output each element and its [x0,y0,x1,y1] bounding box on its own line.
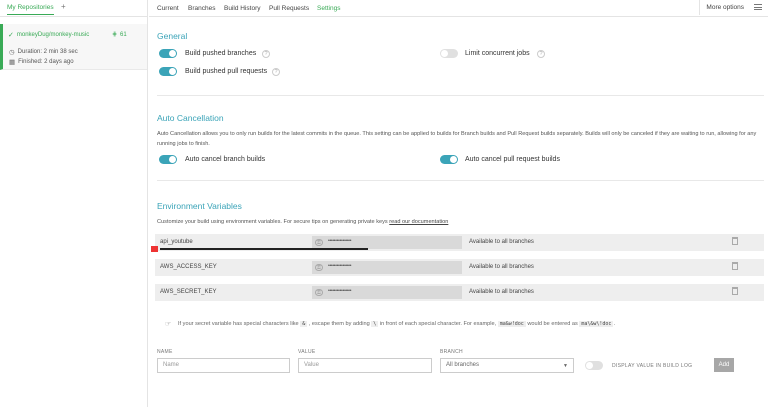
repo-card[interactable]: ✓ monkeyDug/monkey-music ⋕ 61 ◷ Duration… [0,24,147,70]
calendar-icon: ▦ [9,59,16,66]
build-pushed-branches-label: Build pushed branches [185,50,257,57]
auto-cancel-pr-toggle[interactable] [440,155,458,164]
tab-build-history[interactable]: Build History [224,5,260,12]
env-name-input[interactable]: Name [157,358,290,373]
hint-code: \ [371,321,379,327]
env-var-masked: •••••••••••••••• [328,238,352,244]
tab-pull-requests[interactable]: Pull Requests [269,5,309,12]
auto-cancel-branch-label: Auto cancel branch builds [185,156,266,163]
build-pushed-branches-toggle[interactable] [159,49,177,58]
trash-icon[interactable] [732,237,738,245]
hint-part: would be entered as [527,321,578,327]
tab-my-repositories[interactable]: My Repositories [7,4,54,15]
env-var-masked: •••••••••••••••• [328,263,352,269]
divider [157,95,764,96]
build-duration: Duration: 2 min 38 sec [17,49,78,55]
auto-cancellation-heading: Auto Cancellation [157,113,224,123]
auto-cancel-branch-toggle[interactable] [159,155,177,164]
env-value-input[interactable]: Value [298,358,432,373]
more-options-button[interactable]: More options [699,0,750,15]
limit-concurrent-jobs-label: Limit concurrent jobs [465,50,530,57]
hint-text: If your secret variable has special char… [178,321,615,327]
hint-part: in front of each special character. For … [379,321,497,327]
limit-concurrent-jobs-toggle[interactable] [440,49,458,58]
add-button[interactable]: Add [714,358,734,372]
env-var-name: AWS_SECRET_KEY [160,289,217,295]
text-underline [160,248,368,250]
check-icon: ✓ [8,32,14,39]
build-finished: Finished: 2 days ago [18,59,74,65]
lock-icon: ⚿ [315,239,323,246]
value-label: VALUE [298,349,316,355]
documentation-link[interactable]: read our documentation [389,219,448,225]
trash-icon[interactable] [732,287,738,295]
sidebar: My Repositories + ✓ monkeyDug/monkey-mus… [0,0,148,407]
hint-code: & [300,321,308,327]
help-icon[interactable]: ? [272,68,280,76]
env-var-scope: Available to all branches [469,289,534,295]
env-var-value: ⚿ •••••••••••••••• [312,261,462,274]
info-hand-icon: ☞ [165,321,172,328]
env-vars-heading: Environment Variables [157,201,242,211]
env-vars-intro: Customize your build using environment v… [157,218,765,228]
lock-icon: ⚿ [315,264,323,271]
hint-code: ma\&w\!doc [579,321,614,327]
env-row: AWS_ACCESS_KEY ⚿ •••••••••••••••• Availa… [155,259,764,276]
sidebar-tabs: My Repositories + [0,0,147,17]
env-intro-text: Customize your build using environment v… [157,219,388,225]
branch-label: BRANCH [440,349,463,355]
trash-icon[interactable] [732,262,738,270]
branch-select[interactable]: All branches ▼ [440,358,574,373]
tab-settings[interactable]: Settings [317,5,341,12]
repo-name[interactable]: monkeyDug/monkey-music [17,32,89,38]
auto-cancellation-description: Auto Cancellation allows you to only run… [157,131,757,147]
hint-part: , escape them by adding [308,321,370,327]
auto-cancel-pr-label: Auto cancel pull request builds [465,156,560,163]
add-repository-button[interactable]: + [61,2,66,11]
hint-part: . [613,321,616,327]
help-icon[interactable]: ? [537,50,545,58]
env-var-value: ⚿ •••••••••••••••• [312,286,462,299]
env-row: AWS_SECRET_KEY ⚿ •••••••••••••••• Availa… [155,284,764,301]
build-pushed-pull-requests-label: Build pushed pull requests [185,68,268,75]
general-heading: General [157,31,188,41]
display-value-label: DISPLAY VALUE IN BUILD LOG [612,363,693,369]
tab-current[interactable]: Current [157,5,179,12]
chevron-down-icon: ▼ [563,363,568,369]
hint-part: If your secret variable has special char… [178,321,299,327]
env-var-name: AWS_ACCESS_KEY [160,264,217,270]
special-characters-hint: ☞ If your secret variable has special ch… [157,315,764,335]
env-var-scope: Available to all branches [469,239,534,245]
env-var-name: api_youtube [160,239,193,245]
branch-selected: All branches [446,362,480,368]
build-pushed-pull-requests-toggle[interactable] [159,67,177,76]
hamburger-menu-icon[interactable] [754,4,762,10]
lock-icon: ⚿ [315,289,323,296]
name-label: NAME [157,349,173,355]
env-var-masked: •••••••••••••••• [328,288,352,294]
hint-code: ma&w!doc [497,321,526,327]
build-hash-icon: ⋕ [112,32,118,38]
help-icon[interactable]: ? [262,50,270,58]
cursor-marker [151,246,158,252]
top-nav: Current Branches Build History Pull Requ… [149,0,768,17]
env-var-scope: Available to all branches [469,264,534,270]
build-number[interactable]: 61 [120,32,127,38]
tab-branches[interactable]: Branches [188,5,215,12]
divider [157,180,764,181]
clock-icon: ◷ [9,49,15,56]
display-value-toggle[interactable] [585,361,603,370]
